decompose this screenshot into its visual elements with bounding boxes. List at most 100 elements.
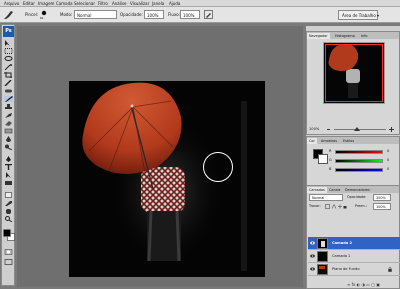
eraser-tool-icon[interactable] [4, 120, 13, 126]
menu-janela[interactable]: Janela [152, 1, 164, 6]
gradient-tool-icon[interactable] [4, 128, 13, 134]
menu-arquivo[interactable]: Arquivo [4, 1, 19, 6]
dodge-tool-icon[interactable] [4, 144, 13, 150]
layer-row-camada-2[interactable]: Camada 2 [308, 237, 400, 250]
tab-navegador[interactable]: Navegador [307, 33, 330, 39]
menu-ajuda[interactable]: Ajuda [169, 1, 180, 6]
layers-tabs: Camadas Canais Demarcadores [307, 186, 399, 193]
airbrush-icon[interactable] [204, 10, 213, 19]
blend-mode-select[interactable]: Normal [309, 194, 343, 201]
menu-editar[interactable]: Editar [23, 1, 35, 6]
layer-thumbnail [317, 264, 328, 275]
navigator-zoom: 100% [309, 127, 397, 133]
magic-wand-icon[interactable] [4, 64, 13, 70]
image-canvas[interactable] [69, 81, 265, 277]
tab-estilos[interactable]: Estilos [341, 138, 356, 144]
tab-canais[interactable]: Canais [327, 187, 342, 193]
type-tool-icon[interactable] [4, 164, 13, 170]
tab-cor[interactable]: Cor [307, 138, 317, 144]
photoshop-logo: Ps [3, 26, 14, 37]
pen-tool-icon[interactable] [4, 156, 13, 162]
brush-tool-icon[interactable] [2, 10, 14, 20]
lock-icon [388, 267, 392, 272]
brush-tool-selected-icon[interactable] [4, 96, 13, 102]
menu-camada[interactable]: Camada [56, 1, 73, 6]
marquee-tool-icon[interactable] [4, 48, 13, 54]
opacity-field[interactable]: 100% [144, 10, 164, 19]
fill-label: Preen.: [355, 204, 367, 208]
menu-filtro[interactable]: Filtro [98, 1, 108, 6]
channel-r-value: 0 [387, 149, 390, 153]
channel-r-slider[interactable] [335, 150, 383, 154]
mode-select[interactable]: Normal [74, 10, 117, 19]
navigator-view-box[interactable] [325, 44, 383, 102]
flow-label: Fluxo: [168, 12, 180, 17]
notes-tool-icon[interactable] [4, 192, 13, 198]
channel-b-slider[interactable] [335, 168, 383, 172]
tab-demarcadores[interactable]: Demarcadores [343, 187, 372, 193]
visibility-eye-icon[interactable] [310, 254, 315, 258]
healing-brush-icon[interactable] [4, 88, 13, 94]
visibility-eye-icon[interactable] [310, 241, 315, 245]
svg-text:∞ fx ◐ ◑ ▭ ▢ ▣: ∞ fx ◐ ◑ ▭ ▢ ▣ [347, 282, 380, 287]
options-bar: Pincel: 60 Modo: Normal Opacidade: 100% … [0, 7, 400, 23]
lasso-tool-icon[interactable] [4, 56, 13, 62]
clone-stamp-icon[interactable] [4, 104, 13, 110]
channel-g-slider[interactable] [335, 159, 383, 163]
zoom-tool-icon[interactable] [4, 216, 13, 222]
layer-row-plano-de-fundo[interactable]: Plano de Fundo [308, 263, 400, 276]
slice-tool-icon[interactable] [4, 80, 13, 86]
visibility-eye-icon[interactable] [310, 267, 315, 271]
history-brush-icon[interactable] [4, 112, 13, 118]
navigator-panel: Navegador Histograma Info 100% [306, 31, 400, 135]
screen-mode-icon[interactable] [4, 259, 13, 265]
document-window [17, 26, 303, 287]
tab-amostras[interactable]: Amostras [319, 138, 339, 144]
opacity-label: Opacidade: [120, 12, 143, 17]
fill-field[interactable]: 100% [373, 203, 391, 210]
zoom-slider[interactable] [325, 127, 395, 132]
menu-selecionar[interactable]: Selecionar [74, 1, 95, 6]
menu-analise[interactable]: Análise [112, 1, 127, 6]
flow-field[interactable]: 100% [180, 10, 200, 19]
lock-icons[interactable] [325, 204, 347, 209]
layer-name: Camada 2 [332, 241, 352, 245]
opacity-value: 100% [147, 13, 159, 18]
move-tool-icon[interactable] [4, 40, 13, 46]
quick-mask-icon[interactable] [4, 249, 13, 255]
layers-panel: Camadas Canais Demarcadores Normal Opaci… [306, 185, 400, 289]
brush-cursor [203, 152, 233, 182]
fill-value: 100% [376, 205, 386, 209]
layer-name: Plano de Fundo [332, 267, 360, 271]
layer-opacity-field[interactable]: 100% [373, 194, 391, 201]
shape-tool-icon[interactable] [4, 180, 13, 186]
blend-mode-value: Normal [312, 196, 325, 200]
path-selection-icon[interactable] [4, 172, 13, 178]
mode-value: Normal [77, 13, 92, 18]
crop-tool-icon[interactable] [4, 72, 13, 78]
channel-g-label: G [329, 158, 332, 162]
blur-tool-icon[interactable] [4, 136, 13, 142]
layer-row-camada-1[interactable]: Camada 1 [308, 250, 400, 263]
color-swatches-icon[interactable] [3, 229, 15, 241]
tab-info[interactable]: Info [359, 33, 369, 39]
workspace-label: Área de Trabalho ▾ [342, 13, 380, 18]
tab-histograma[interactable]: Histograma [333, 33, 357, 39]
layer-name: Camada 1 [332, 254, 351, 258]
background-color[interactable] [318, 154, 328, 164]
navigator-tabs: Navegador Histograma Info [307, 32, 399, 39]
menu-bar: Arquivo Editar Imagem Camada Selecionar … [0, 0, 400, 7]
eyedropper-icon[interactable] [4, 200, 13, 206]
menu-imagem[interactable]: Imagem [38, 1, 54, 6]
brush-preset-icon[interactable] [40, 10, 48, 16]
channel-g-value: 0 [387, 158, 390, 162]
layers-footer-icons[interactable]: ∞ fx ◐ ◑ ▭ ▢ ▣ [347, 281, 399, 287]
zoom-value: 100% [309, 127, 320, 131]
menu-visualizar[interactable]: Visualizar [130, 1, 149, 6]
layer-opacity-label: Opacidade: [347, 195, 367, 199]
hand-tool-icon[interactable] [4, 208, 13, 214]
navigator-thumbnail[interactable] [323, 42, 385, 104]
tab-camadas[interactable]: Camadas [307, 187, 327, 193]
workspace-button[interactable]: Área de Trabalho ▾ [338, 10, 380, 20]
mode-label: Modo: [60, 12, 73, 17]
